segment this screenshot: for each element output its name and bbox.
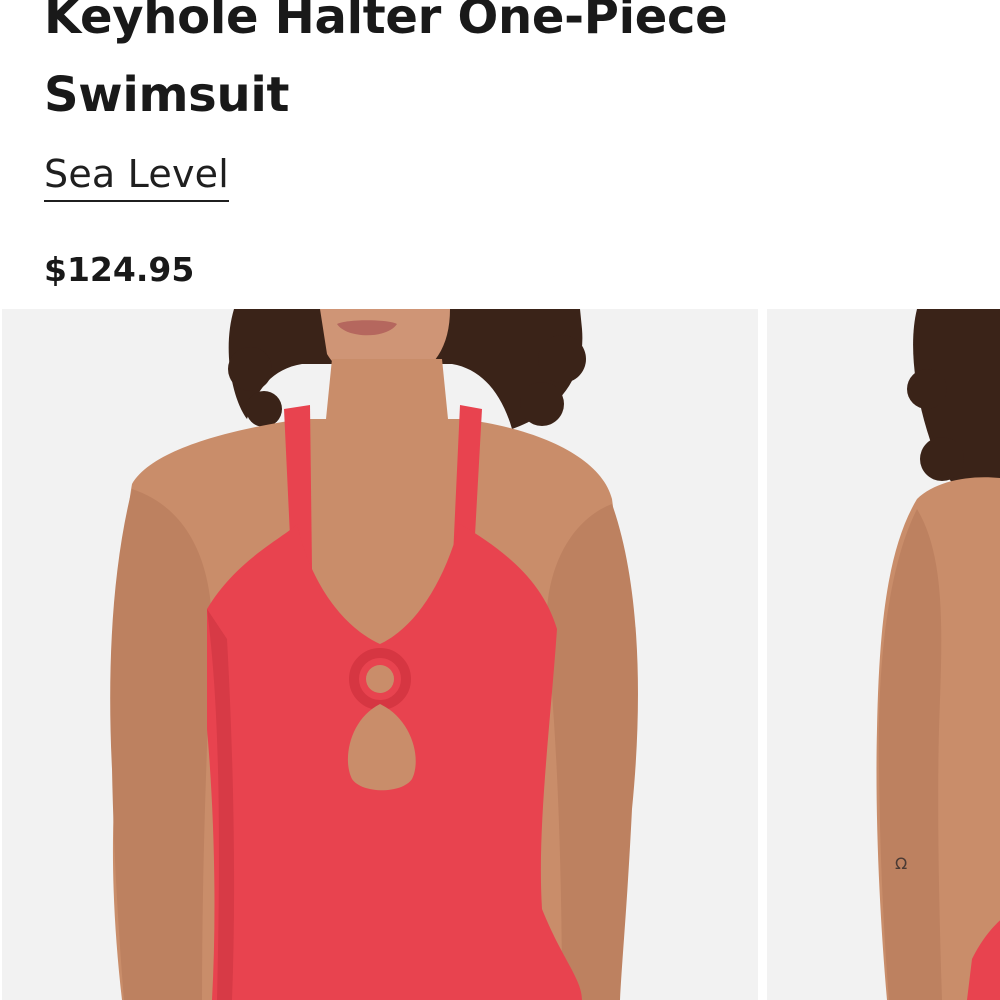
product-image-front[interactable]: [2, 309, 758, 1000]
product-image-back[interactable]: Ω: [767, 309, 1000, 1000]
product-price: $124.95: [44, 250, 195, 289]
product-title: Keyhole Halter One-Piece Swimsuit: [44, 0, 728, 123]
product-image-gallery: Ω: [0, 309, 1000, 1000]
model-front-photo: [2, 309, 758, 1000]
model-back-photo: Ω: [767, 309, 1000, 1000]
brand-link[interactable]: Sea Level: [44, 150, 229, 202]
svg-text:Ω: Ω: [895, 854, 907, 873]
